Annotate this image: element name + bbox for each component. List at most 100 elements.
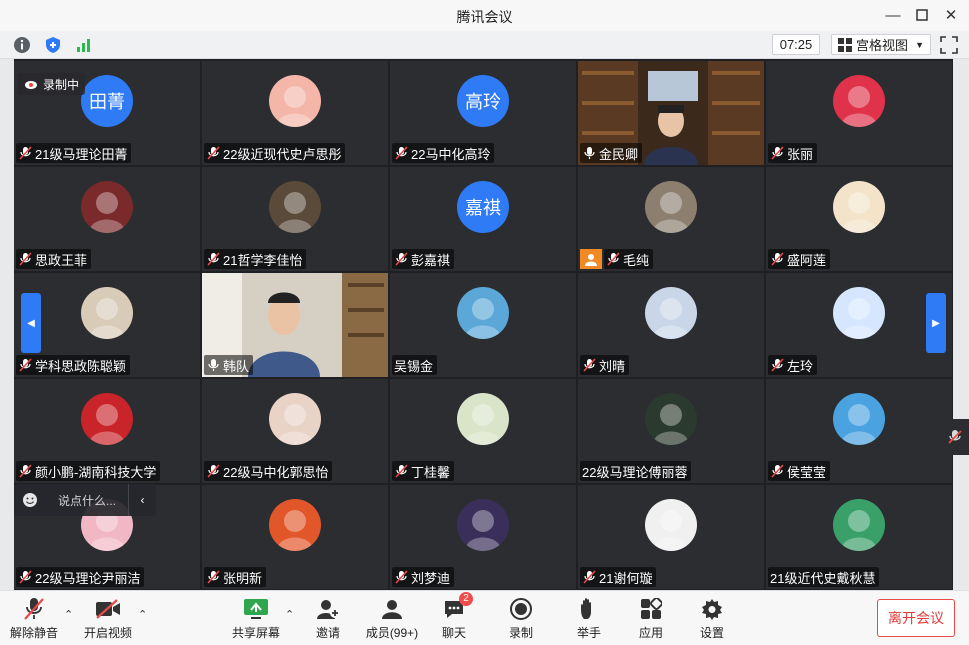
apps-button[interactable]: 应用 <box>621 597 681 641</box>
participant-tile[interactable]: 22级马中化郭思怡 <box>202 379 388 483</box>
participant-avatar <box>269 499 321 551</box>
participant-avatar <box>645 287 697 339</box>
shield-icon[interactable] <box>43 35 63 55</box>
start-video-button[interactable]: 开启视频 <box>78 597 138 641</box>
raise-hand-button[interactable]: 举手 <box>559 597 619 641</box>
participant-name: 22级近现代史卢思彤 <box>223 146 342 162</box>
participant-name: 韩队 <box>223 358 250 374</box>
next-page-button[interactable]: ▶ <box>926 293 946 353</box>
fullscreen-icon[interactable] <box>940 36 958 54</box>
invite-label: 邀请 <box>315 626 340 640</box>
start-video-label: 开启视频 <box>83 626 132 640</box>
participant-tile[interactable]: 毛纯 <box>578 167 764 271</box>
participant-tile[interactable]: 刘晴 <box>578 273 764 377</box>
emoji-icon[interactable] <box>14 484 46 516</box>
chat-label: 聊天 <box>441 626 466 640</box>
participant-namebar: 刘梦迪 <box>392 567 455 587</box>
participant-avatar <box>457 393 509 445</box>
participant-tile[interactable]: 张丽 <box>766 61 952 165</box>
participant-name: 21哲学李佳怡 <box>223 252 303 268</box>
muted-mic-icon <box>21 597 47 621</box>
share-options-caret[interactable]: ⌃ <box>285 608 294 621</box>
video-options-caret[interactable]: ⌃ <box>138 608 147 621</box>
participant-tile[interactable]: 盛阿莲 <box>766 167 952 271</box>
apps-label: 应用 <box>638 626 663 640</box>
share-screen-button[interactable]: 共享屏幕 <box>226 597 286 641</box>
muted-mic-icon <box>582 358 596 372</box>
maximize-button[interactable] <box>909 4 935 26</box>
participant-namebar: 22级马理论尹丽洁 <box>16 567 145 587</box>
invite-button[interactable]: 邀请 <box>298 597 358 641</box>
record-button[interactable]: 录制 <box>491 597 551 641</box>
share-screen-icon <box>243 597 269 621</box>
participant-name: 张丽 <box>787 146 814 162</box>
collapse-chat-button[interactable]: ‹ <box>128 484 156 516</box>
info-icon[interactable] <box>12 35 32 55</box>
host-badge-icon <box>580 249 602 269</box>
participant-avatar <box>457 287 509 339</box>
chevron-down-icon: ▼ <box>915 39 924 50</box>
grid-view-icon <box>838 37 852 52</box>
participant-name: 21谢何璇 <box>599 570 653 586</box>
participant-tile[interactable]: 思政王菲 <box>14 167 200 271</box>
participant-tile[interactable]: 吴锡金 <box>390 273 576 377</box>
participant-tile[interactable]: 韩队 <box>202 273 388 377</box>
muted-mic-indicator[interactable] <box>940 419 969 455</box>
muted-mic-icon <box>206 252 220 266</box>
participant-tile[interactable]: 左玲 <box>766 273 952 377</box>
share-screen-label: 共享屏幕 <box>231 626 280 640</box>
participant-tile[interactable]: 21级近代史戴秋慧 <box>766 485 952 589</box>
participant-namebar: 左玲 <box>768 355 818 375</box>
view-mode-select[interactable]: 宫格视图 ▼ <box>831 34 931 55</box>
participant-namebar: 毛纯 <box>604 249 654 269</box>
participant-tile[interactable]: 22级马理论傅丽蓉 <box>578 379 764 483</box>
settings-label: 设置 <box>699 626 724 640</box>
unmute-button[interactable]: 解除静音 <box>4 597 64 641</box>
participant-tile[interactable]: 22级近现代史卢思彤 <box>202 61 388 165</box>
chat-icon: 2 <box>441 592 473 621</box>
muted-mic-icon <box>394 570 408 584</box>
participant-tile[interactable]: 21谢何璇 <box>578 485 764 589</box>
meeting-timer: 07:25 <box>772 34 820 55</box>
participant-tile[interactable]: 金民卿 <box>578 61 764 165</box>
chat-button[interactable]: 2 聊天 <box>424 592 484 641</box>
recording-label: 录制中 <box>43 77 80 92</box>
leave-meeting-button[interactable]: 离开会议 <box>877 599 955 637</box>
signal-icon[interactable] <box>74 35 94 55</box>
audio-options-caret[interactable]: ⌃ <box>64 608 73 621</box>
muted-mic-icon <box>206 570 220 584</box>
participant-tile[interactable]: 学科思政陈聪颖 <box>14 273 200 377</box>
participant-tile[interactable]: 侯莹莹 <box>766 379 952 483</box>
record-icon <box>508 597 534 621</box>
participant-tile[interactable]: 丁桂馨 <box>390 379 576 483</box>
participant-namebar: 张丽 <box>768 143 818 163</box>
participant-namebar: 22马中化高玲 <box>392 143 495 163</box>
muted-mic-icon <box>947 430 962 444</box>
muted-mic-icon <box>394 146 408 160</box>
participant-tile[interactable]: 嘉祺 彭嘉祺 <box>390 167 576 271</box>
participant-tile[interactable]: 张明新 <box>202 485 388 589</box>
participant-namebar: 颜小鹏-湖南科技大学 <box>16 461 161 481</box>
participant-tile[interactable]: 高玲 22马中化高玲 <box>390 61 576 165</box>
participant-avatar: 嘉祺 <box>457 181 509 233</box>
muted-mic-icon <box>770 146 784 160</box>
participant-namebar: 侯莹莹 <box>768 461 831 481</box>
settings-button[interactable]: 设置 <box>682 597 742 641</box>
participant-namebar: 22级马理论傅丽蓉 <box>580 461 692 481</box>
members-button[interactable]: 成员(99+) <box>357 597 427 641</box>
quick-chat-input[interactable]: 说点什么... ‹ <box>14 484 156 516</box>
participant-tile[interactable]: 刘梦迪 <box>390 485 576 589</box>
participant-namebar: 刘晴 <box>580 355 630 375</box>
participant-avatar <box>645 393 697 445</box>
close-button[interactable]: ✕ <box>938 4 964 26</box>
raise-hand-icon <box>576 597 602 621</box>
participant-avatar <box>833 287 885 339</box>
raise-hand-label: 举手 <box>576 626 601 640</box>
prev-page-button[interactable]: ◀ <box>21 293 41 353</box>
chat-unread-badge: 2 <box>459 592 473 606</box>
participant-tile[interactable]: 21哲学李佳怡 <box>202 167 388 271</box>
minimize-button[interactable]: — <box>880 4 906 26</box>
participant-tile[interactable]: 颜小鹏-湖南科技大学 <box>14 379 200 483</box>
participant-avatar <box>833 181 885 233</box>
participant-avatar <box>269 181 321 233</box>
